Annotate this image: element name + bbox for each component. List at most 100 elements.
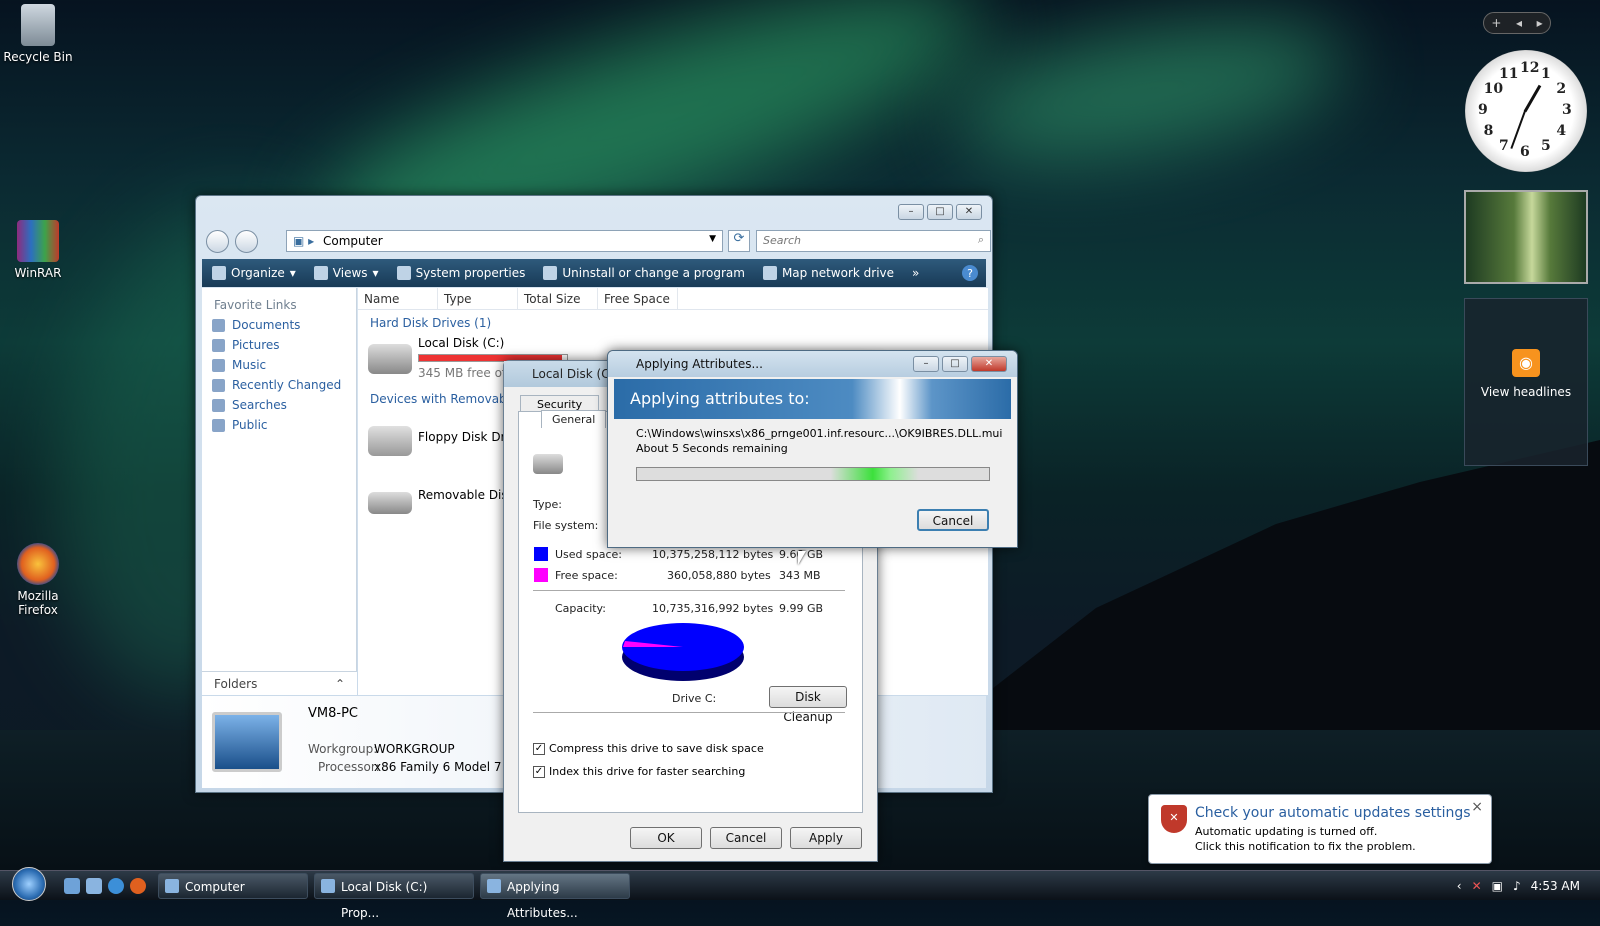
next-gadget-button[interactable]: ▸ [1537,16,1543,30]
cancel-button[interactable]: Cancel [710,827,782,849]
prev-gadget-button[interactable]: ◂ [1516,16,1522,30]
close-button[interactable]: ✕ [956,204,982,220]
system-tray: ‹ ✕ ▣ ♪ 4:53 AM [1457,879,1600,893]
minimize-button[interactable]: – [913,356,939,372]
used-space-swatch [534,547,548,561]
index-checkbox[interactable]: ✓ Index this drive for faster searching [533,765,745,778]
clock-gadget[interactable]: 12 1 2 3 4 5 6 7 8 9 10 11 [1465,50,1587,172]
tab-general[interactable]: General [541,410,607,428]
nav-link-public[interactable]: Public [202,412,356,432]
map-network-drive-button[interactable]: Map network drive [762,266,894,280]
firefox-icon[interactable] [130,877,146,894]
feed-headlines-gadget[interactable]: ◉ View headlines [1464,298,1588,466]
tray-expand-icon[interactable]: ‹ [1457,879,1462,893]
maximize-button[interactable]: □ [927,204,953,220]
search-icon[interactable]: ⌕ [978,233,984,247]
update-notification[interactable]: ✕ Check your automatic updates settings … [1148,794,1492,864]
views-button[interactable]: Views ▾ [313,266,379,280]
divider [533,712,845,713]
banner-heading: Applying attributes to: [630,389,810,408]
removable-disk-icon [368,492,412,514]
ok-button[interactable]: OK [630,827,702,849]
chevron-down-icon[interactable]: ▼ [709,234,716,244]
minimize-button[interactable]: – [898,204,924,220]
workgroup-label: Workgroup: [308,742,378,756]
quick-launch [64,877,146,894]
refresh-button[interactable]: ⟳ [728,230,750,252]
nav-link-pictures[interactable]: Pictures [202,332,356,352]
taskbar: Computer Local Disk (C:) Prop... Applyin… [0,866,1600,920]
computer-icon [212,712,282,772]
taskbar-button-disk-properties[interactable]: Local Disk (C:) Prop... [314,872,474,920]
folders-toggle[interactable]: Folders ⌃ [202,671,357,695]
help-icon[interactable]: ? [962,265,978,281]
add-gadget-button[interactable]: + [1491,16,1501,30]
taskbar-button-computer[interactable]: Computer [158,872,308,899]
search-input[interactable]: Search ⌕ [756,230,991,252]
compress-checkbox[interactable]: ✓ Compress this drive to save disk space [533,742,764,755]
cancel-button[interactable]: Cancel [917,509,989,531]
nav-link-recently-changed[interactable]: Recently Changed [202,372,356,392]
uninstall-icon [543,266,558,280]
processor-label: Processor: [318,760,380,774]
type-label: Type: [533,498,562,511]
desktop-icon-winrar[interactable]: WinRAR [0,220,76,280]
winrar-icon [17,220,59,262]
applying-attributes-dialog[interactable]: Applying Attributes... – □ ✕ Applying at… [607,350,1018,548]
progress-bar [636,467,990,481]
nav-link-documents[interactable]: Documents [202,312,356,332]
start-button[interactable] [12,866,46,901]
system-properties-button[interactable]: System properties [396,266,525,280]
close-button[interactable]: ✕ [971,356,1007,372]
disk-cleanup-button[interactable]: Disk Cleanup [769,686,847,724]
compress-label: Compress this drive to save disk space [549,742,764,755]
apply-button[interactable]: Apply [790,827,862,849]
drive-label: Drive C: [672,692,717,705]
maximize-button[interactable]: □ [942,356,968,372]
column-total-size[interactable]: Total Size [518,288,598,309]
switch-windows-icon[interactable] [86,877,102,894]
computer-icon: ▣ ▸ [293,234,315,248]
forward-button[interactable] [235,229,258,253]
clock-number: 6 [1520,144,1530,160]
more-commands-button[interactable]: » [912,266,919,280]
uninstall-program-button[interactable]: Uninstall or change a program [543,266,745,280]
free-space-bytes: 360,058,880 bytes [667,569,771,582]
column-type[interactable]: Type [438,288,518,309]
capacity-gb: 9.99 GB [779,602,824,615]
taskbar-button-applying-attributes[interactable]: Applying Attributes... [480,872,630,920]
column-name[interactable]: Name [358,288,438,309]
internet-explorer-icon[interactable] [108,877,124,894]
desktop-icon-label: Recycle Bin [3,50,73,64]
clock-number: 8 [1483,123,1494,139]
current-file-path: C:\Windows\winsxs\x86_prnge001.inf.resou… [636,427,1003,440]
notification-title: Check your automatic updates settings [1195,805,1471,821]
divider [533,590,845,591]
checkbox-checked[interactable]: ✓ [533,742,545,755]
slideshow-gadget[interactable] [1464,190,1588,284]
chevron-up-icon: ⌃ [334,677,345,691]
close-icon[interactable]: × [1471,799,1483,815]
group-hard-disk-drives[interactable]: Hard Disk Drives (1) [358,310,988,336]
volume-icon[interactable]: ♪ [1513,879,1521,893]
capacity-label: Capacity: [555,602,606,615]
nav-link-music[interactable]: Music [202,352,356,372]
security-alert-icon[interactable]: ✕ [1472,879,1482,893]
system-properties-icon [396,266,411,280]
clock-time[interactable]: 4:53 AM [1531,879,1580,893]
back-button[interactable] [206,229,229,253]
show-desktop-icon[interactable] [64,877,80,894]
desktop-icon-firefox[interactable]: Mozilla Firefox [0,543,76,617]
organize-button[interactable]: Organize ▾ [212,266,296,280]
clock-number: 12 [1520,60,1540,76]
security-shield-icon: ✕ [1161,805,1187,833]
desktop-icon-recycle-bin[interactable]: Recycle Bin [0,4,76,64]
search-placeholder: Search [763,234,802,247]
column-free-space[interactable]: Free Space [598,288,678,309]
address-bar[interactable]: ▣ ▸ Computer ▼ [286,230,723,252]
checkbox-checked[interactable]: ✓ [533,765,545,778]
network-icon[interactable]: ▣ [1492,879,1503,893]
clock-hour-hand [1523,84,1542,113]
recycle-bin-icon [21,4,55,46]
nav-link-searches[interactable]: Searches [202,392,356,412]
